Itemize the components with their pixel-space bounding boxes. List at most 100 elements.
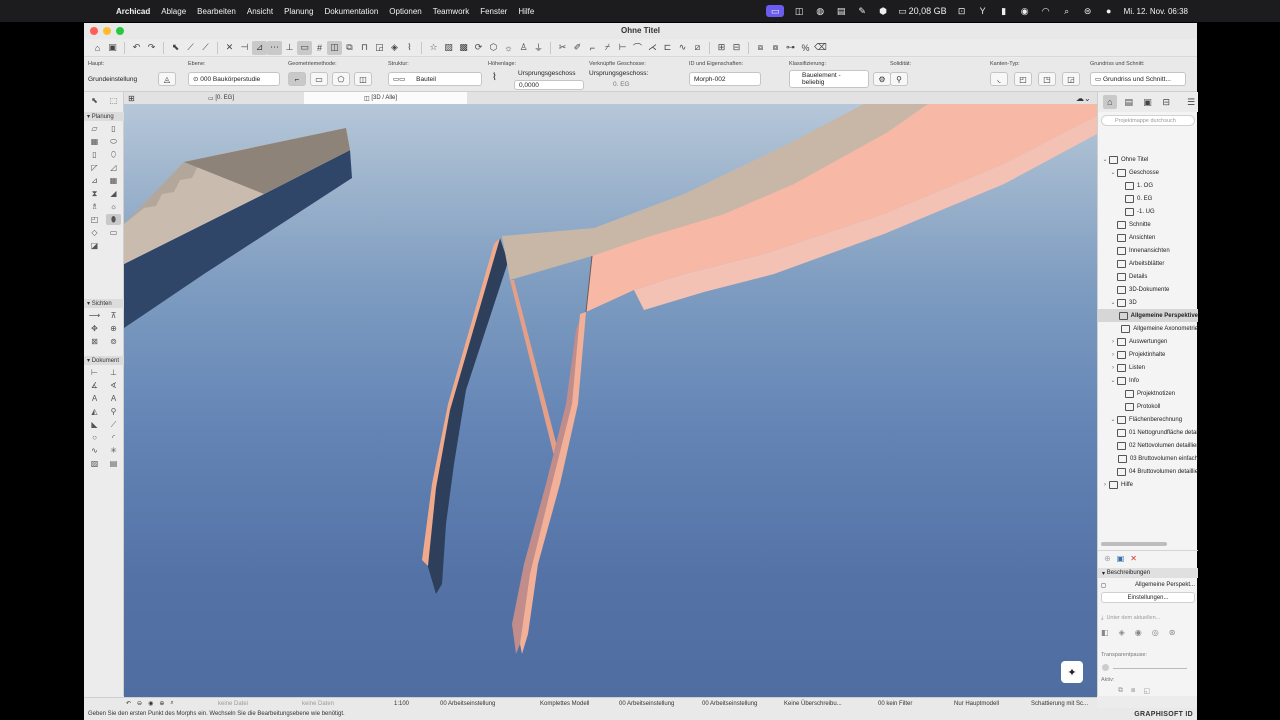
elevation-icon[interactable]: ⊼	[106, 310, 121, 321]
percent-icon[interactable]: %	[798, 41, 813, 55]
tree-item[interactable]: ⌄ Flächenberechnung	[1098, 413, 1198, 426]
wifi-icon[interactable]: ◠	[1040, 5, 1052, 17]
skylight-icon[interactable]: ▭	[106, 227, 121, 238]
tree-item[interactable]: 0. EG	[1098, 192, 1198, 205]
offset-icon[interactable]: ⊏	[660, 41, 675, 55]
image-icon[interactable]: ▨	[441, 41, 456, 55]
text-tool-icon[interactable]: A	[87, 393, 102, 404]
desc-tool-5-icon[interactable]: ⊛	[1169, 628, 1176, 640]
tree-item[interactable]: Innenansichten	[1098, 244, 1198, 257]
opening-icon[interactable]: ◇	[87, 227, 102, 238]
picture-icon[interactable]: ▩	[456, 41, 471, 55]
graphisoft-id-brand[interactable]: GRAPHISOFT ID	[1134, 711, 1193, 718]
screen-share-icon[interactable]: ▭	[766, 5, 785, 17]
tree-item[interactable]: 04 Bruttovolumen detailliert	[1098, 465, 1198, 478]
fillet-icon[interactable]: ⌒	[630, 41, 645, 55]
sun-icon[interactable]: ☼	[501, 41, 516, 55]
worksheet-icon[interactable]: ⊕	[106, 323, 121, 334]
menu-teamwork[interactable]: Teamwork	[433, 7, 469, 16]
suspend-groups-icon[interactable]: ◫	[327, 40, 342, 55]
drawing-icon[interactable]: ▤	[106, 458, 121, 469]
tree-item[interactable]: 3D-Dokumente	[1098, 283, 1198, 296]
fit-icon[interactable]: ⊕	[159, 700, 164, 707]
menu-app[interactable]: Archicad	[116, 7, 150, 16]
save-under-row[interactable]: ⤓ Unter dem aktuellen...	[1101, 612, 1195, 624]
align-icon[interactable]: ⊟	[729, 41, 744, 55]
slab-icon[interactable]: ⬯	[106, 149, 121, 160]
verkn-eg[interactable]: 0. EG	[613, 81, 630, 88]
3d-viewport[interactable]: ✦	[124, 104, 1097, 697]
layer-select[interactable]: ⊙ 000 Baukörperstudie	[188, 72, 280, 86]
railing-icon[interactable]: ⧗	[87, 188, 102, 199]
desc-tool-3-icon[interactable]: ◉	[1135, 628, 1142, 640]
tree-item[interactable]: 02 Nettovolumen detailliert	[1098, 439, 1198, 452]
redo-icon[interactable]: ↷	[144, 41, 159, 55]
minimize-window-button[interactable]	[103, 27, 111, 35]
menu-fenster[interactable]: Fenster	[480, 7, 507, 16]
tab-3d[interactable]: ◫ [3D / Alle]	[304, 92, 467, 104]
bottom-tool-2-icon[interactable]: ⧈	[1131, 687, 1135, 695]
transparent-slider[interactable]	[1101, 664, 1195, 672]
hexagon-icon[interactable]: ⬡	[486, 41, 501, 55]
filter-icon[interactable]: ⌇	[402, 41, 417, 55]
menu-ablage[interactable]: Ablage	[161, 7, 186, 16]
section-planung[interactable]: ▾ Planung	[84, 112, 124, 121]
split-icon[interactable]: ⌿	[600, 41, 615, 55]
eye-icon[interactable]: ◉	[148, 700, 153, 707]
project-map-search[interactable]: Projektmappe durchsuch	[1101, 115, 1195, 126]
person-icon[interactable]: ♙	[516, 41, 531, 55]
pen-icon[interactable]: ✎	[856, 5, 868, 17]
dimension-tool-icon[interactable]: ⊢	[87, 367, 102, 378]
solidity-icon[interactable]: ⚲	[890, 72, 908, 86]
group-icon[interactable]: ⧈	[753, 41, 768, 55]
display-icon[interactable]: ◫	[793, 5, 805, 17]
desc-tool-1-icon[interactable]: ◧	[1101, 628, 1109, 640]
cross-icon[interactable]: ✕	[222, 41, 237, 55]
bottom-tool-1-icon[interactable]: ⧉	[1118, 687, 1123, 695]
chevron-icon[interactable]: ⌄	[1109, 377, 1117, 384]
lock-icon[interactable]: ⊓	[357, 41, 372, 55]
chevron-icon[interactable]: ›	[1101, 482, 1109, 488]
spline-icon[interactable]: ∿	[87, 445, 102, 456]
beam-icon[interactable]: ▯	[87, 149, 102, 160]
detail-icon[interactable]: ⊠	[87, 336, 102, 347]
edit-icon[interactable]: ⧄	[690, 41, 705, 55]
undo-view-icon[interactable]: ↶	[126, 700, 131, 707]
tree-item[interactable]: Arbeitsblätter	[1098, 257, 1198, 270]
tree-item[interactable]: Projektnotizen	[1098, 387, 1198, 400]
edge-soft-icon[interactable]: ◟	[990, 72, 1008, 86]
navigate-icon[interactable]: ⏚	[531, 41, 546, 55]
circle-icon[interactable]: ○	[87, 432, 102, 443]
haupt-value[interactable]: Grundeinstellung	[88, 76, 137, 83]
layer-icon[interactable]: ▭	[297, 40, 312, 55]
view-3d-icon[interactable]: ◲	[372, 41, 387, 55]
tree-item[interactable]: ⌄ Info	[1098, 374, 1198, 387]
chevron-icon[interactable]: ›	[1109, 365, 1117, 371]
corner-window-icon[interactable]: ◪	[87, 240, 102, 251]
change-icon[interactable]: ⊚	[106, 336, 121, 347]
desc-view-row[interactable]: ◻ Allgemeine Perspekt...	[1098, 579, 1198, 591]
roof-icon[interactable]: ◸	[87, 162, 102, 173]
figure-icon[interactable]: ▨	[87, 458, 102, 469]
tree-item[interactable]: Protokoll	[1098, 400, 1198, 413]
tree-item[interactable]: › Auswertungen	[1098, 335, 1198, 348]
classification-settings-icon[interactable]: ⚙	[873, 72, 891, 86]
bottom-tool-3-icon[interactable]: ◱	[1143, 687, 1150, 695]
menu-dokumentation[interactable]: Dokumentation	[324, 7, 378, 16]
column-icon[interactable]: ▦	[87, 136, 102, 147]
morph-tool-icon[interactable]: ⬮	[106, 214, 121, 225]
guide-line-icon[interactable]: ⊣	[237, 41, 252, 55]
zoom-window-button[interactable]	[116, 27, 124, 35]
snap-guide-icon[interactable]: ⊿	[252, 40, 267, 55]
tree-item[interactable]: 03 Bruttovolumen einfach	[1098, 452, 1198, 465]
scissors-icon[interactable]: ✂	[555, 41, 570, 55]
save-icon[interactable]: ▣	[105, 41, 120, 55]
intersect-icon[interactable]: ⋌	[645, 41, 660, 55]
geometry-polygon-icon[interactable]: ⬠	[332, 72, 350, 86]
magnify-icon[interactable]: ⌕	[170, 700, 173, 707]
delete-icon[interactable]: ✕	[1130, 554, 1137, 563]
section-tool-icon[interactable]: ⟶	[87, 310, 102, 321]
tree-item[interactable]: Allgemeine Perspektive	[1098, 309, 1198, 322]
disk-icon[interactable]: ▭ 20,08 GB	[898, 5, 947, 17]
classification-select[interactable]: Bauelement - beliebig	[789, 70, 869, 88]
